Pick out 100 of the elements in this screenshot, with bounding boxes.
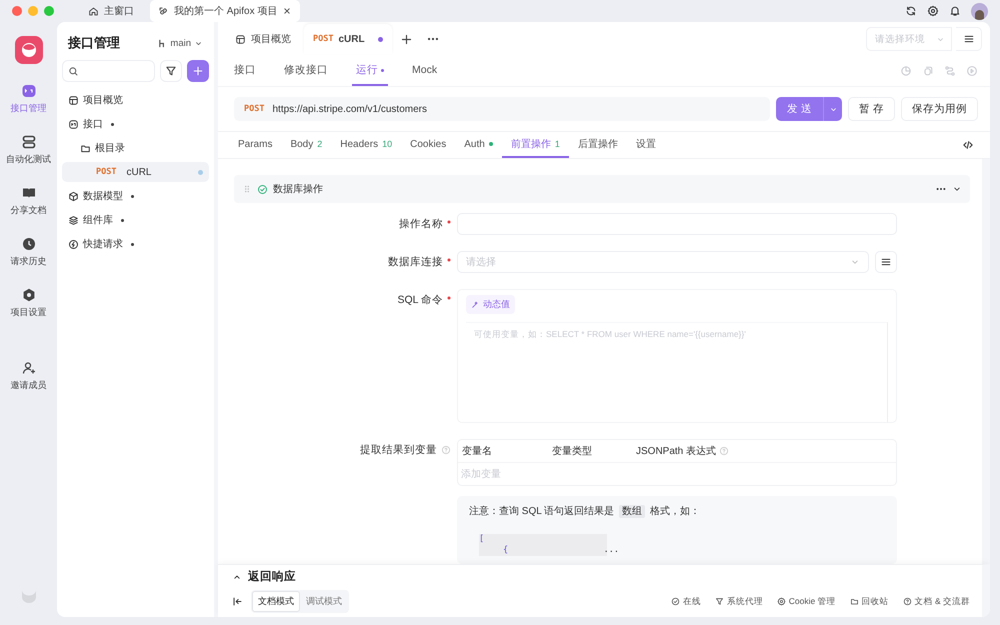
tree-item[interactable]: POST cURL (62, 162, 209, 182)
status-item[interactable]: 系统代理 (714, 596, 763, 608)
send-button[interactable]: 发 送 (776, 97, 842, 121)
menu-button[interactable] (875, 251, 897, 273)
bell-icon (949, 5, 961, 17)
help-icon (902, 597, 912, 606)
clock-icon (22, 237, 36, 251)
wand-icon (471, 300, 480, 309)
tab[interactable]: 前置操作 1 (502, 132, 569, 158)
panel-icon (235, 34, 246, 44)
mode-tab[interactable]: 调试模式 (300, 591, 348, 612)
field-label: 操作名称 (399, 213, 451, 231)
tree-item[interactable]: 快捷请求 (62, 234, 209, 254)
menu-button[interactable] (956, 27, 982, 51)
tab[interactable]: Mock (408, 56, 442, 86)
link-icon (158, 6, 169, 16)
column-header: JSONPath 表达式 (636, 444, 892, 458)
plus-icon (192, 65, 204, 77)
operation-title: 数据库操作 (273, 182, 323, 196)
flow-icon (944, 65, 956, 77)
tab[interactable]: Headers 10 (331, 132, 402, 158)
layers-icon (68, 214, 79, 226)
section-title: 返回响应 (248, 569, 296, 584)
tab[interactable]: 接口 (230, 56, 260, 86)
play-circle-icon (966, 65, 978, 77)
app-logo (14, 36, 42, 64)
status-item[interactable]: Cookie 管理 (776, 596, 836, 608)
tree-item[interactable]: 根目录 (62, 138, 209, 158)
field-label: 提取结果到变量 (360, 439, 451, 457)
tab[interactable]: 运行 (352, 56, 388, 86)
rail-item[interactable]: 自动化测试 (2, 135, 56, 166)
note-text: 注意：查询 SQL 语句返回结果是 数组 格式，如： (469, 504, 701, 518)
folder-icon (850, 597, 859, 606)
search-icon (68, 66, 79, 76)
home-icon (88, 6, 99, 16)
request-tab[interactable]: POST cURL (304, 24, 392, 54)
status-item[interactable]: 回收站 (850, 596, 889, 608)
rail-item[interactable]: 邀请成员 (2, 361, 56, 392)
drag-handle-icon (242, 184, 252, 194)
add-user-icon (22, 361, 36, 375)
help-icon (719, 446, 730, 456)
filter-button[interactable] (160, 60, 182, 82)
avatar[interactable] (971, 2, 988, 20)
tree-item[interactable]: 项目概览 (62, 90, 209, 110)
dynamic-value-button[interactable]: 动态值 (466, 295, 515, 314)
tab[interactable]: 后置操作 (568, 132, 627, 158)
rail-item[interactable]: 请求历史 (2, 237, 56, 268)
field-label: 数据库连接 (388, 251, 451, 269)
pie-icon (900, 65, 912, 77)
panel-icon (68, 94, 79, 106)
code-icon (962, 139, 974, 151)
add-button[interactable] (187, 60, 209, 82)
refresh-icon (905, 5, 917, 17)
panel-title: 接口管理 (68, 34, 120, 52)
bolt-icon (68, 238, 79, 250)
plus-icon (400, 32, 414, 46)
collapse-left-icon (232, 596, 243, 607)
tab[interactable]: Body 2 (281, 132, 332, 158)
cube-icon (68, 190, 79, 202)
server-icon (22, 135, 36, 149)
mode-tab[interactable]: 文档模式 (252, 591, 300, 612)
menu-icon (962, 33, 974, 45)
api-icon (68, 118, 79, 130)
copy-icon (922, 65, 934, 77)
status-item[interactable]: 文档 & 交流群 (902, 596, 970, 608)
window-tab[interactable]: 我的第一个 Apifox 项目 (150, 0, 300, 22)
check-circle-icon (670, 597, 680, 606)
branch-selector[interactable]: main (158, 38, 203, 48)
window-tab[interactable]: 主窗口 (80, 0, 142, 22)
save-as-case-button[interactable]: 保存为用例 (901, 97, 978, 121)
tab[interactable]: Cookies (401, 132, 456, 158)
request-tab[interactable]: 项目概览 (226, 24, 300, 54)
rail-item[interactable]: 接口管理 (2, 84, 56, 115)
tab[interactable]: Params (234, 132, 282, 158)
status-item[interactable]: 在线 (670, 596, 701, 608)
rail-item[interactable]: 分享文档 (2, 186, 56, 217)
close-window-button[interactable] (12, 6, 22, 16)
api-icon (22, 84, 36, 98)
column-header: 变量名 (462, 444, 493, 458)
tab[interactable]: 设置 (626, 132, 665, 158)
settings-icon (22, 288, 36, 302)
rail-item[interactable]: 项目设置 (2, 288, 56, 319)
filter-icon (714, 597, 724, 606)
filter-icon (165, 65, 177, 77)
save-button[interactable]: 暂 存 (848, 97, 895, 121)
tree-item[interactable]: 接口 (62, 114, 209, 134)
check-circle-icon (257, 184, 268, 194)
column-header: 变量类型 (552, 444, 593, 458)
help-icon (441, 445, 451, 455)
url-field[interactable]: POST https://api.stripe.com/v1/customers (234, 97, 770, 121)
code-sample: [ { ... (479, 534, 619, 556)
book-icon (22, 186, 36, 200)
operation-header[interactable]: 数据库操作 (234, 175, 970, 203)
search-field[interactable] (62, 60, 155, 82)
tab[interactable]: 修改接口 (280, 56, 332, 86)
tab[interactable]: Auth (455, 132, 502, 158)
folder-icon (80, 142, 91, 154)
tree-item[interactable]: 组件库 (62, 210, 209, 230)
settings-icon (927, 5, 939, 17)
tree-item[interactable]: 数据模型 (62, 186, 209, 206)
